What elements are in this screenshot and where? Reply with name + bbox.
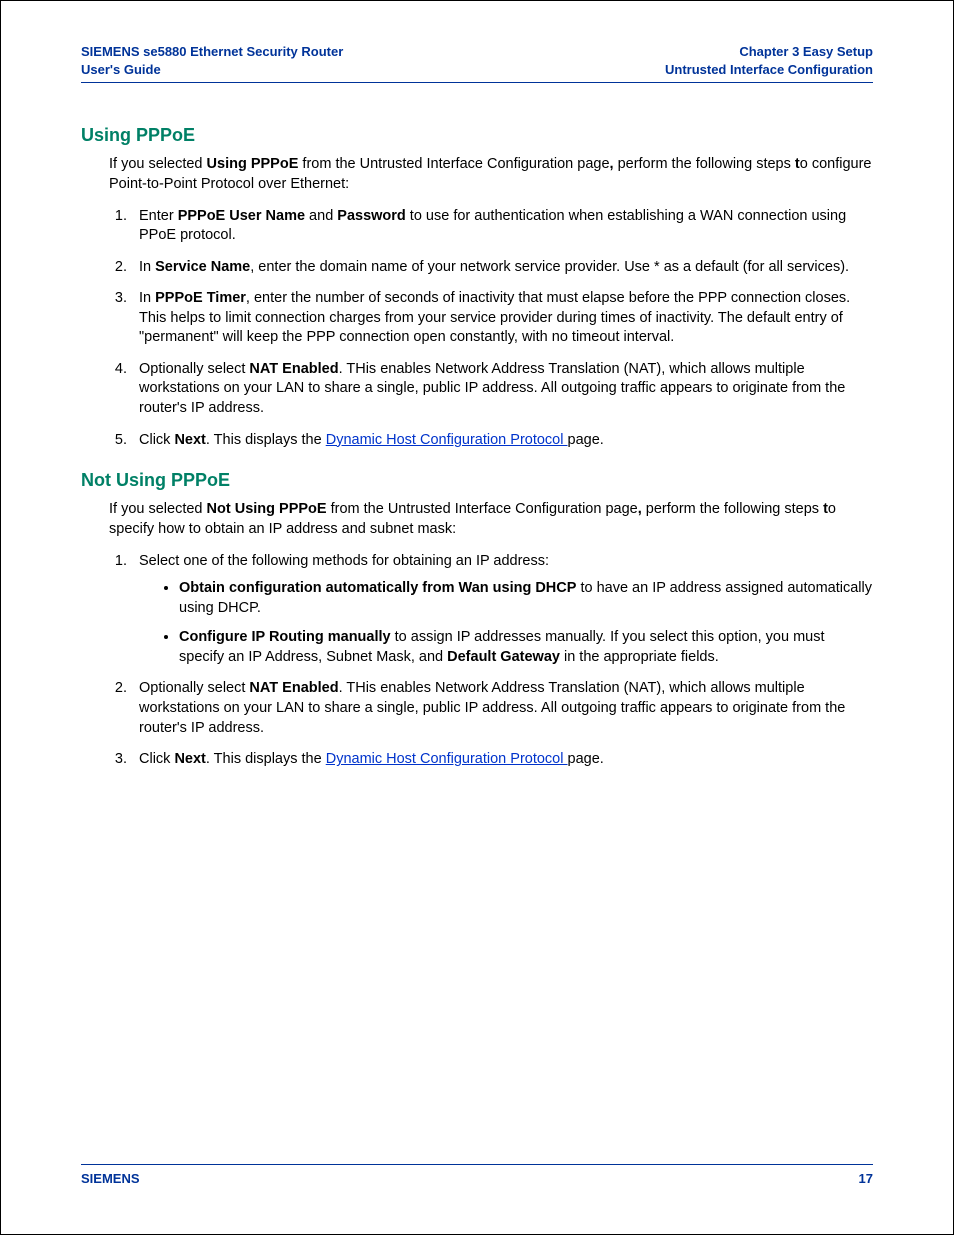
step-5: Click Next. This displays the Dynamic Ho…	[131, 431, 873, 451]
header-product: SIEMENS se5880 Ethernet Security Router	[81, 44, 343, 59]
text: Optionally select	[139, 680, 249, 696]
text: from the Untrusted Interface Configurati…	[327, 501, 638, 517]
text: Click	[139, 751, 174, 767]
text-bold: Next	[174, 432, 205, 448]
text: Enter	[139, 208, 178, 224]
bullet-2: Configure IP Routing manually to assign …	[179, 628, 873, 667]
bullet-1: Obtain configuration automatically from …	[179, 579, 873, 618]
text: If you selected	[109, 156, 207, 172]
text-bold: PPPoE Timer	[155, 290, 246, 306]
header-section: Untrusted Interface Configuration	[665, 62, 873, 77]
content-area: Using PPPoE If you selected Using PPPoE …	[81, 123, 873, 770]
step-1: Select one of the following methods for …	[131, 552, 873, 668]
text: , enter the domain name of your network …	[250, 259, 849, 275]
steps-not-using-pppoe: Select one of the following methods for …	[109, 552, 873, 770]
header-right: Chapter 3 Easy Setup Untrusted Interface…	[665, 43, 873, 78]
text-bold: Not Using PPPoE	[207, 501, 327, 517]
text-bold: Default Gateway	[447, 649, 560, 665]
link-dhcp-1[interactable]: Dynamic Host Configuration Protocol	[326, 432, 568, 448]
footer-brand: SIEMENS	[81, 1171, 140, 1186]
intro-not-using-pppoe: If you selected Not Using PPPoE from the…	[109, 500, 873, 539]
steps-using-pppoe: Enter PPPoE User Name and Password to us…	[109, 207, 873, 451]
step-2: In Service Name, enter the domain name o…	[131, 258, 873, 278]
page-footer: SIEMENS 17	[81, 1164, 873, 1186]
text-bold: PPPoE User Name	[178, 208, 305, 224]
step-1: Enter PPPoE User Name and Password to us…	[131, 207, 873, 246]
section-heading-using-pppoe: Using PPPoE	[81, 123, 873, 147]
step-3: In PPPoE Timer, enter the number of seco…	[131, 289, 873, 348]
text-bold: NAT Enabled	[249, 361, 338, 377]
text: . This displays the	[206, 751, 326, 767]
link-dhcp-2[interactable]: Dynamic Host Configuration Protocol	[326, 751, 568, 767]
text: and	[305, 208, 337, 224]
text: In	[139, 259, 155, 275]
page: SIEMENS se5880 Ethernet Security Router …	[0, 0, 954, 1235]
page-header: SIEMENS se5880 Ethernet Security Router …	[81, 37, 873, 83]
text: page.	[568, 432, 604, 448]
intro-using-pppoe: If you selected Using PPPoE from the Unt…	[109, 155, 873, 194]
text-bold: Obtain configuration automatically from …	[179, 580, 576, 596]
text: Select one of the following methods for …	[139, 553, 549, 569]
step-2: Optionally select NAT Enabled. THis enab…	[131, 679, 873, 738]
bullet-list: Obtain configuration automatically from …	[161, 579, 873, 667]
text: Click	[139, 432, 174, 448]
header-chapter: Chapter 3 Easy Setup	[739, 44, 873, 59]
text: If you selected	[109, 501, 207, 517]
text: , enter the number of seconds of inactiv…	[139, 290, 850, 345]
step-3: Click Next. This displays the Dynamic Ho…	[131, 750, 873, 770]
header-left: SIEMENS se5880 Ethernet Security Router …	[81, 43, 343, 78]
text: perform the following steps	[614, 156, 795, 172]
text: perform the following steps	[642, 501, 823, 517]
text-bold: Using PPPoE	[207, 156, 299, 172]
text: in the appropriate fields.	[560, 649, 719, 665]
text-bold: Service Name	[155, 259, 250, 275]
text: In	[139, 290, 155, 306]
text: page.	[568, 751, 604, 767]
footer-page-number: 17	[859, 1171, 873, 1186]
text: Optionally select	[139, 361, 249, 377]
text: . This displays the	[206, 432, 326, 448]
text-bold: Next	[174, 751, 205, 767]
text-bold: Password	[337, 208, 406, 224]
text-bold: NAT Enabled	[249, 680, 338, 696]
header-guide: User's Guide	[81, 62, 161, 77]
text: from the Untrusted Interface Configurati…	[298, 156, 609, 172]
text-bold: Configure IP Routing manually	[179, 629, 391, 645]
step-4: Optionally select NAT Enabled. THis enab…	[131, 360, 873, 419]
section-heading-not-using-pppoe: Not Using PPPoE	[81, 468, 873, 492]
